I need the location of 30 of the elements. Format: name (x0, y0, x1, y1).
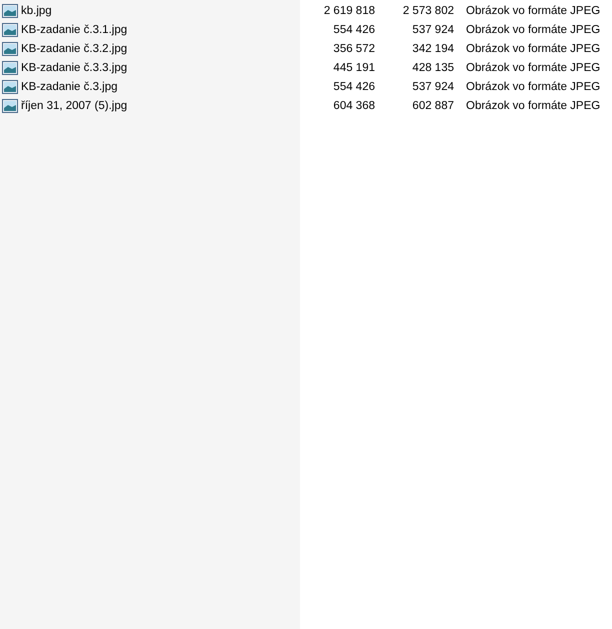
image-file-icon (2, 22, 18, 36)
packed-size: 428 135 (411, 62, 454, 74)
file-size: 2 619 818 (322, 4, 375, 16)
file-size: 554 426 (332, 80, 375, 92)
file-size: 554 426 (332, 24, 375, 36)
image-file-icon (2, 4, 18, 18)
image-file-icon (2, 42, 18, 56)
file-size: 445 191 (332, 62, 375, 74)
packed-size: 2 573 802 (402, 4, 454, 16)
file-name[interactable]: KB-zadanie č.3.jpg (21, 80, 118, 92)
file-name[interactable]: říjen 31, 2007 (5).jpg (21, 100, 128, 112)
file-type: Obrázok vo formáte JPEG (465, 62, 602, 74)
file-type: Obrázok vo formáte JPEG (465, 4, 602, 16)
image-file-icon (2, 98, 18, 112)
packed-size: 537 924 (411, 24, 454, 36)
file-name[interactable]: KB-zadanie č.3.3.jpg (21, 62, 128, 74)
file-name[interactable]: KB-zadanie č.3.1.jpg (21, 24, 128, 36)
file-type: Obrázok vo formáte JPEG (465, 80, 602, 92)
file-type: Obrázok vo formáte JPEG (465, 24, 602, 36)
file-size: 604 368 (332, 100, 375, 112)
file-name[interactable]: kb.jpg (21, 4, 52, 16)
file-type: Obrázok vo formáte JPEG (465, 100, 602, 112)
image-file-icon (2, 80, 18, 94)
packed-size: 537 924 (411, 80, 454, 92)
file-name[interactable]: KB-zadanie č.3.2.jpg (21, 42, 128, 54)
file-size: 356 572 (332, 42, 375, 54)
file-type: Obrázok vo formáte JPEG (465, 42, 602, 54)
image-file-icon (2, 60, 18, 74)
packed-size: 342 194 (411, 42, 454, 54)
packed-size: 602 887 (411, 100, 454, 112)
